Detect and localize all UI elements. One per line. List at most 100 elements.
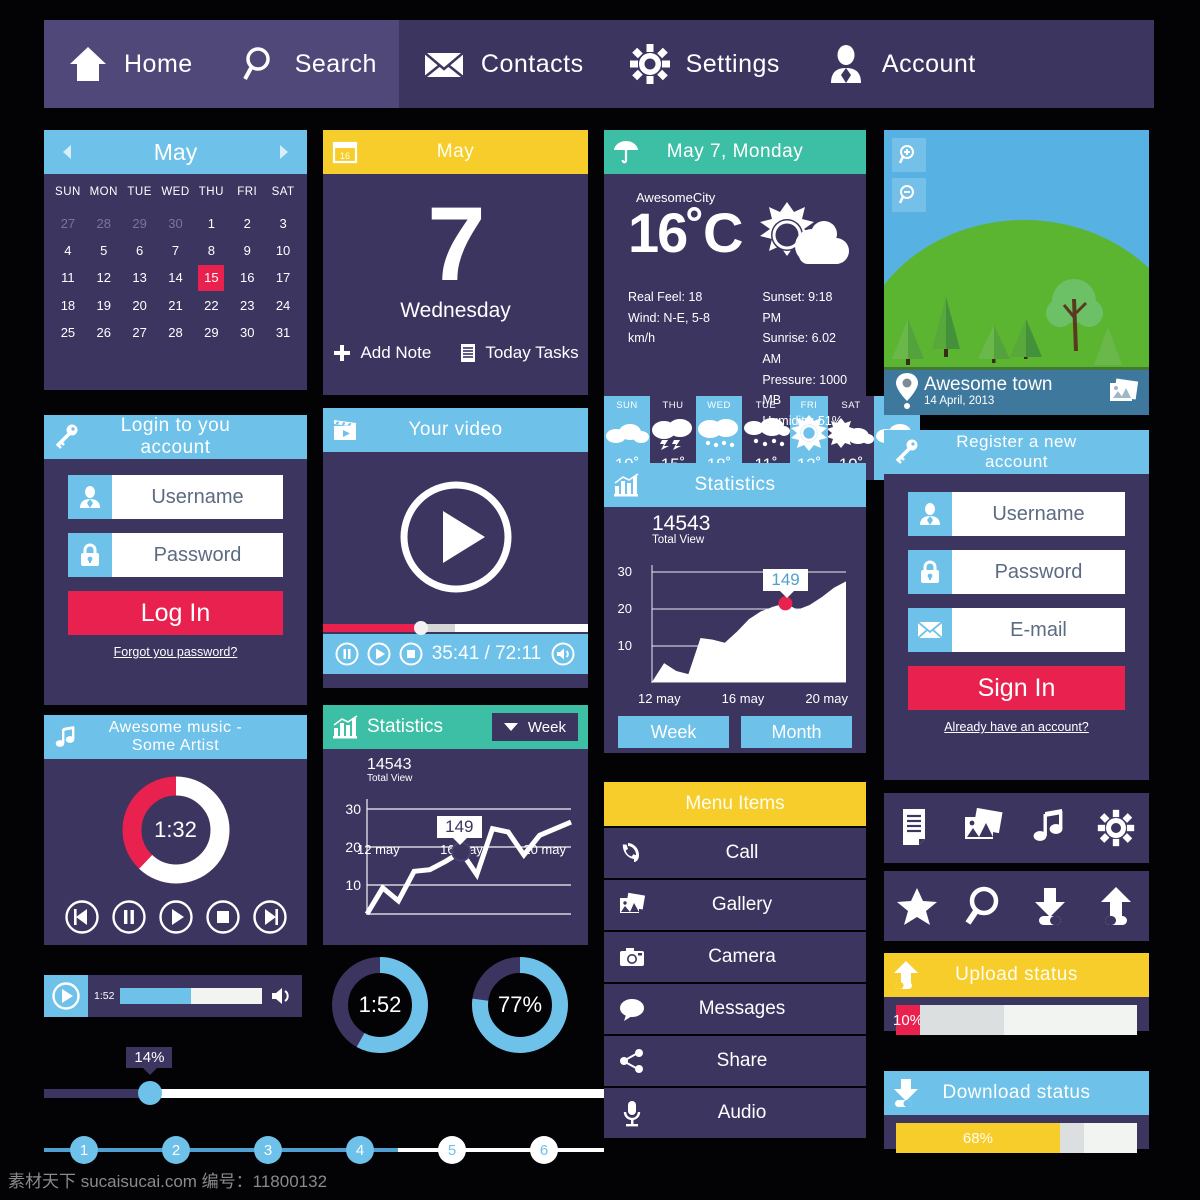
today-tasks-button[interactable]: Today Tasks bbox=[459, 343, 579, 363]
calendar-day[interactable]: 30 bbox=[229, 319, 265, 346]
calendar-day[interactable]: 1 bbox=[193, 210, 229, 237]
stop-circle-icon[interactable] bbox=[399, 642, 423, 666]
volume-icon[interactable] bbox=[550, 642, 576, 666]
step-3[interactable]: 3 bbox=[254, 1136, 282, 1164]
nav-item-settings[interactable]: Settings bbox=[606, 20, 802, 108]
register-username-input[interactable]: Username bbox=[952, 492, 1125, 536]
password-field[interactable]: Password bbox=[68, 533, 283, 577]
calendar-day[interactable]: 29 bbox=[193, 319, 229, 346]
calendar-day[interactable]: 3 bbox=[265, 210, 301, 237]
slider-handle[interactable] bbox=[138, 1081, 163, 1105]
video-progress-bar[interactable] bbox=[323, 621, 588, 635]
photos-icon[interactable] bbox=[950, 793, 1016, 863]
username-input[interactable]: Username bbox=[112, 475, 283, 519]
calendar-day[interactable]: 27 bbox=[50, 210, 86, 237]
calendar-day[interactable]: 4 bbox=[50, 237, 86, 264]
calendar-day[interactable]: 8 bbox=[193, 237, 229, 264]
calendar-day[interactable]: 29 bbox=[122, 210, 158, 237]
music-note-icon[interactable] bbox=[1017, 793, 1083, 863]
calendar-day[interactable]: 28 bbox=[158, 319, 194, 346]
month-button[interactable]: Month bbox=[741, 716, 852, 748]
calendar-day[interactable]: 2 bbox=[229, 210, 265, 237]
nav-item-home[interactable]: Home bbox=[44, 20, 215, 108]
menu-item-messages[interactable]: Messages bbox=[604, 984, 866, 1034]
gear-icon[interactable] bbox=[1083, 793, 1149, 863]
username-field[interactable]: Username bbox=[68, 475, 283, 519]
chevron-right-icon[interactable] bbox=[273, 142, 293, 162]
calendar-day[interactable]: 12 bbox=[86, 264, 122, 292]
register-password-field[interactable]: Password bbox=[908, 550, 1125, 594]
calendar-day[interactable]: 11 bbox=[50, 264, 86, 292]
video-screen[interactable] bbox=[323, 452, 588, 622]
sign-in-button[interactable]: Sign In bbox=[908, 666, 1125, 710]
photos-icon[interactable] bbox=[1107, 377, 1139, 405]
step-6[interactable]: 6 bbox=[530, 1136, 558, 1164]
range-slider[interactable]: 14% bbox=[44, 1047, 604, 1105]
calendar-day[interactable]: 13 bbox=[122, 264, 158, 292]
calendar-day[interactable]: 27 bbox=[122, 319, 158, 346]
calendar-day[interactable]: 31 bbox=[265, 319, 301, 346]
register-password-input[interactable]: Password bbox=[952, 550, 1125, 594]
step-5[interactable]: 5 bbox=[438, 1136, 466, 1164]
calendar-day[interactable]: 21 bbox=[158, 292, 194, 319]
calendar-day[interactable]: 22 bbox=[193, 292, 229, 319]
download-icon[interactable] bbox=[1017, 871, 1083, 941]
calendar-day[interactable]: 19 bbox=[86, 292, 122, 319]
map-widget[interactable]: Awesome town 14 April, 2013 bbox=[884, 130, 1149, 415]
play-circle-icon[interactable] bbox=[367, 642, 391, 666]
calendar-day[interactable]: 14 bbox=[158, 264, 194, 292]
log-in-button[interactable]: Log In bbox=[68, 591, 283, 635]
prev-icon[interactable] bbox=[64, 899, 100, 935]
search-icon[interactable] bbox=[950, 871, 1016, 941]
calendar-day[interactable]: 17 bbox=[265, 264, 301, 292]
calendar-day[interactable]: 16 bbox=[229, 264, 265, 292]
calendar-day[interactable]: 9 bbox=[229, 237, 265, 264]
calendar-day[interactable]: 23 bbox=[229, 292, 265, 319]
calendar-day[interactable]: 25 bbox=[50, 319, 86, 346]
star-icon[interactable] bbox=[884, 871, 950, 941]
calendar-day[interactable]: 30 bbox=[158, 210, 194, 237]
volume-icon[interactable] bbox=[262, 986, 302, 1006]
register-email-field[interactable]: E-mail bbox=[908, 608, 1125, 652]
step-4[interactable]: 4 bbox=[346, 1136, 374, 1164]
play-circle-icon[interactable] bbox=[397, 478, 515, 596]
next-icon[interactable] bbox=[252, 899, 288, 935]
nav-item-account[interactable]: Account bbox=[802, 20, 998, 108]
calendar-day[interactable]: 10 bbox=[265, 237, 301, 264]
step-1[interactable]: 1 bbox=[70, 1136, 98, 1164]
menu-item-audio[interactable]: Audio bbox=[604, 1088, 866, 1138]
menu-item-gallery[interactable]: Gallery bbox=[604, 880, 866, 930]
menu-item-call[interactable]: Call bbox=[604, 828, 866, 878]
document-icon[interactable] bbox=[884, 793, 950, 863]
nav-item-contacts[interactable]: Contacts bbox=[399, 20, 606, 108]
play-circle-icon[interactable] bbox=[44, 975, 88, 1017]
calendar-day[interactable]: 5 bbox=[86, 237, 122, 264]
register-username-field[interactable]: Username bbox=[908, 492, 1125, 536]
calendar-day[interactable]: 24 bbox=[265, 292, 301, 319]
forgot-password-link[interactable]: Forgot you password? bbox=[44, 645, 307, 659]
calendar-day[interactable]: 15 bbox=[193, 264, 229, 292]
play-icon[interactable] bbox=[158, 899, 194, 935]
password-input[interactable]: Password bbox=[112, 533, 283, 577]
calendar-day[interactable]: 26 bbox=[86, 319, 122, 346]
week-button[interactable]: Week bbox=[618, 716, 729, 748]
upload-icon[interactable] bbox=[1083, 871, 1149, 941]
calendar-day[interactable]: 18 bbox=[50, 292, 86, 319]
calendar-grid[interactable]: SUN MON TUE WED THU FRI SAT 27 28 29 30 1 2 3 4 5 6 7 8 9 10… bbox=[44, 174, 307, 356]
register-email-input[interactable]: E-mail bbox=[952, 608, 1125, 652]
range-selector[interactable]: Week bbox=[491, 713, 578, 741]
stop-icon[interactable] bbox=[205, 899, 241, 935]
video-progress-handle[interactable] bbox=[414, 621, 429, 635]
calendar-day[interactable]: 7 bbox=[158, 237, 194, 264]
zoom-in-icon[interactable] bbox=[892, 138, 926, 172]
calendar-day[interactable]: 28 bbox=[86, 210, 122, 237]
pause-circle-icon[interactable] bbox=[335, 642, 359, 666]
add-note-button[interactable]: Add Note bbox=[332, 343, 431, 363]
step-2[interactable]: 2 bbox=[162, 1136, 190, 1164]
zoom-out-icon[interactable] bbox=[892, 178, 926, 212]
nav-item-search[interactable]: Search bbox=[214, 20, 399, 108]
chevron-left-icon[interactable] bbox=[58, 142, 78, 162]
menu-item-camera[interactable]: Camera bbox=[604, 932, 866, 982]
menu-item-share[interactable]: Share bbox=[604, 1036, 866, 1086]
pause-icon[interactable] bbox=[111, 899, 147, 935]
